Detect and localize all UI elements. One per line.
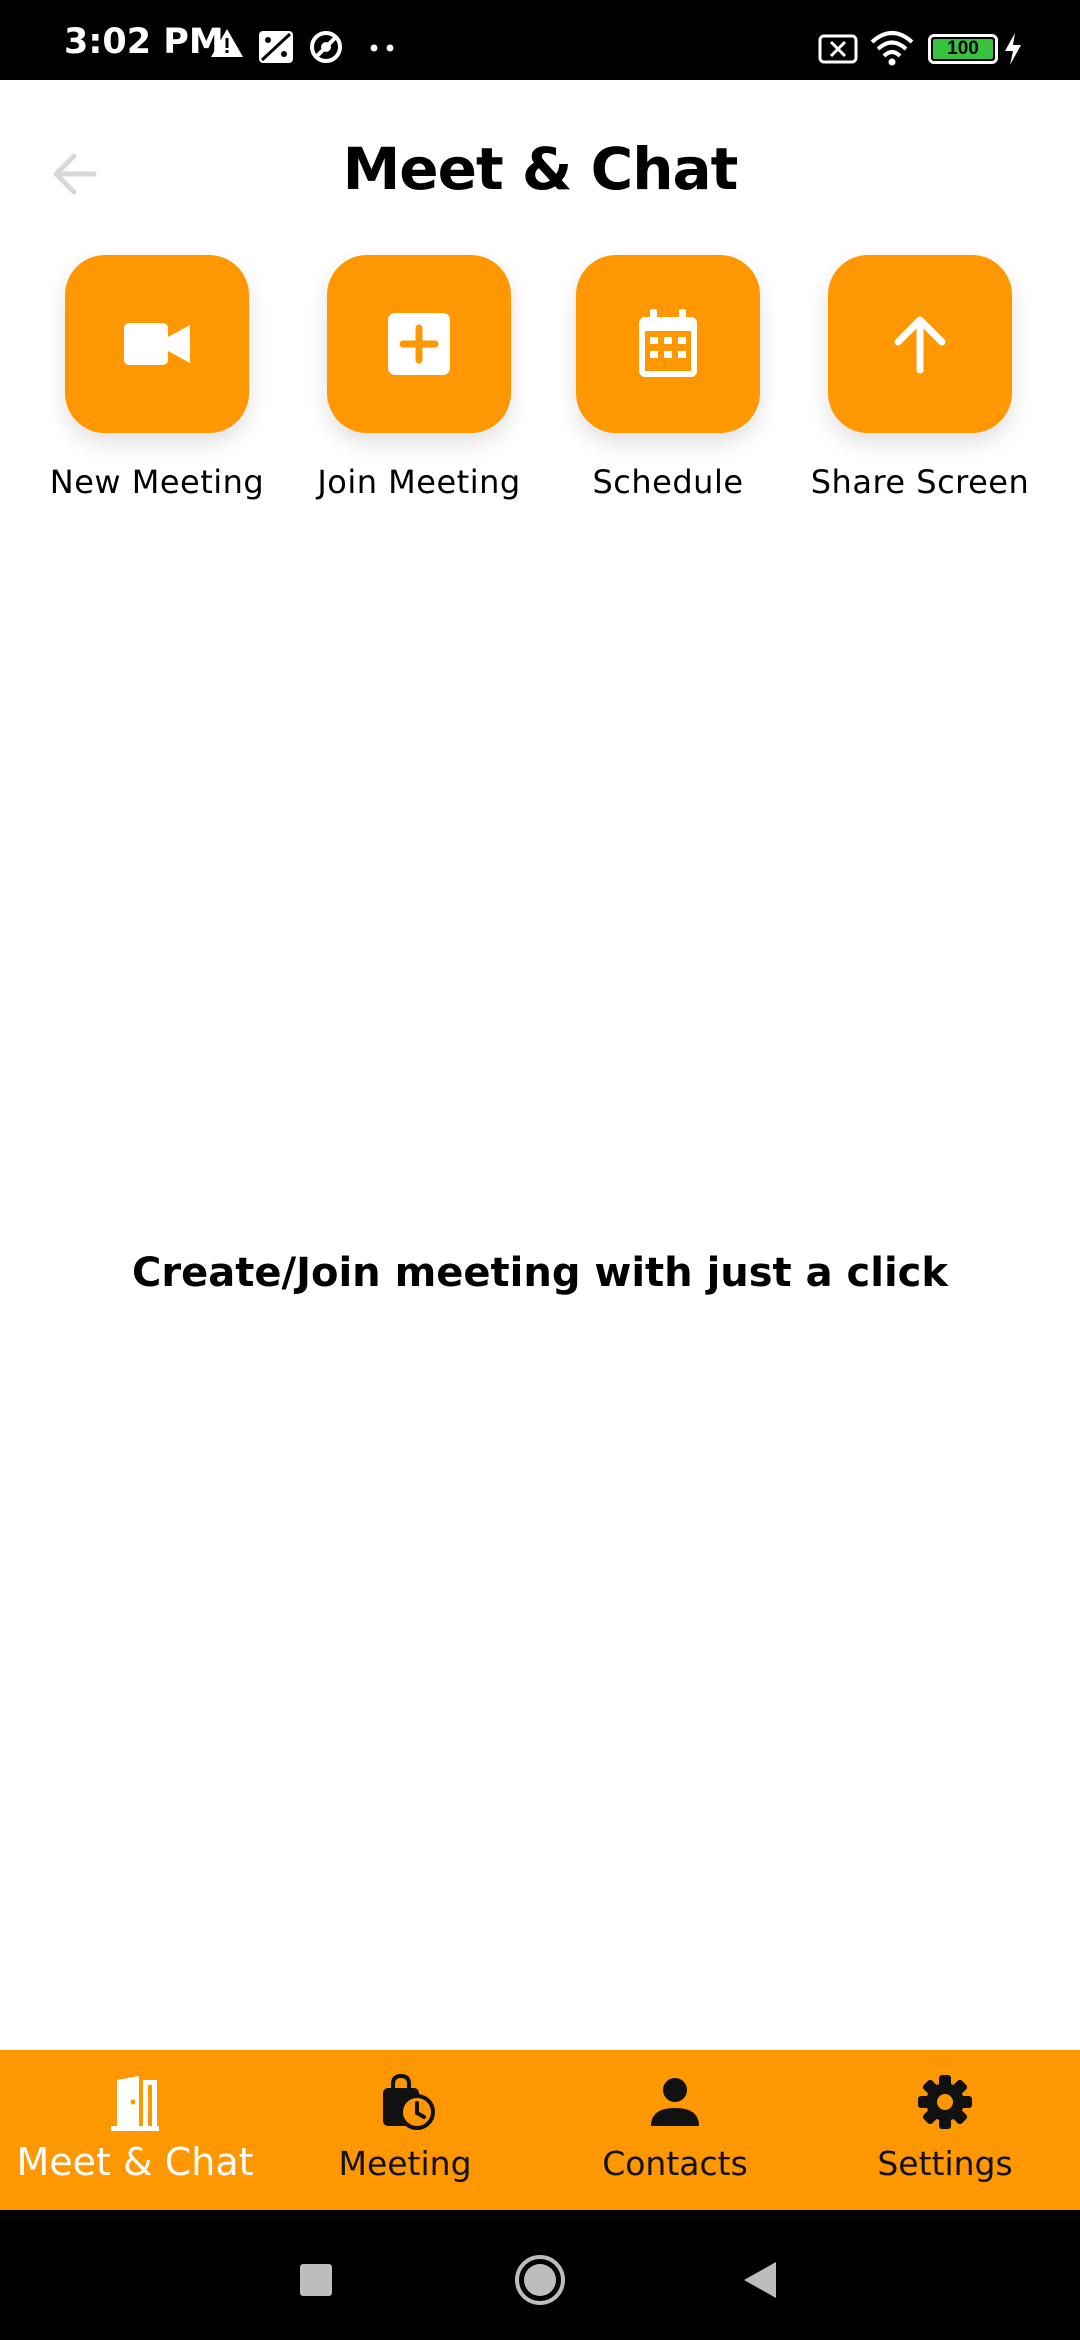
nav-label-contacts: Contacts xyxy=(602,2144,748,2183)
share-screen-tile[interactable] xyxy=(828,255,1012,433)
nav-label-meet-chat: Meet & Chat xyxy=(16,2140,254,2184)
warning-icon xyxy=(211,29,243,57)
video-camera-icon xyxy=(124,323,190,365)
arrow-upward-icon xyxy=(894,316,946,374)
new-meeting-label: New Meeting xyxy=(49,463,265,501)
no-sim-icon xyxy=(818,34,858,64)
gear-icon xyxy=(918,2075,972,2129)
empty-state-message: Create/Join meeting with just a click xyxy=(132,1250,948,1296)
join-meeting-button[interactable]: Join Meeting xyxy=(299,255,539,515)
back-icon[interactable] xyxy=(730,2250,790,2310)
charging-icon xyxy=(1005,33,1021,65)
nav-item-settings[interactable]: Settings xyxy=(810,2050,1080,2210)
person-icon xyxy=(651,2078,699,2126)
nav-item-meet-chat[interactable]: Meet & Chat xyxy=(0,2050,270,2210)
add-box-icon xyxy=(388,313,450,375)
nav-item-contacts[interactable]: Contacts xyxy=(540,2050,810,2210)
nav-label-meeting: Meeting xyxy=(338,2144,472,2183)
status-bar: 3:02 PM 100 xyxy=(0,0,1080,80)
nav-label-settings: Settings xyxy=(877,2144,1013,2183)
share-screen-button[interactable]: Share Screen xyxy=(800,255,1040,515)
schedule-label: Schedule xyxy=(592,463,744,501)
status-time: 3:02 PM xyxy=(64,22,224,62)
home-icon[interactable] xyxy=(510,2250,570,2310)
share-screen-label: Share Screen xyxy=(810,463,1030,501)
battery-icon: 100 xyxy=(928,34,998,64)
do-not-disturb-icon xyxy=(310,31,342,63)
new-meeting-button[interactable]: New Meeting xyxy=(37,255,277,515)
bottom-navigation: Meet & Chat Meeting Contacts Settings xyxy=(0,2050,1080,2210)
calendar-icon xyxy=(639,309,697,377)
door-icon xyxy=(111,2076,159,2131)
wifi-icon xyxy=(870,31,914,66)
bag-clock-icon xyxy=(383,2073,435,2130)
nav-item-meeting[interactable]: Meeting xyxy=(270,2050,540,2210)
dice-icon xyxy=(259,31,293,63)
app-bar: Meet & Chat xyxy=(0,80,1080,255)
new-meeting-tile[interactable] xyxy=(65,255,249,433)
system-navigation-bar xyxy=(0,2210,1080,2340)
battery-level: 100 xyxy=(933,39,993,59)
more-dots-icon xyxy=(370,44,394,52)
page-title: Meet & Chat xyxy=(342,135,739,203)
join-meeting-label: Join Meeting xyxy=(317,463,521,501)
recent-apps-icon[interactable] xyxy=(286,2250,346,2310)
schedule-button[interactable]: Schedule xyxy=(548,255,788,515)
schedule-tile[interactable] xyxy=(576,255,760,433)
join-meeting-tile[interactable] xyxy=(327,255,511,433)
